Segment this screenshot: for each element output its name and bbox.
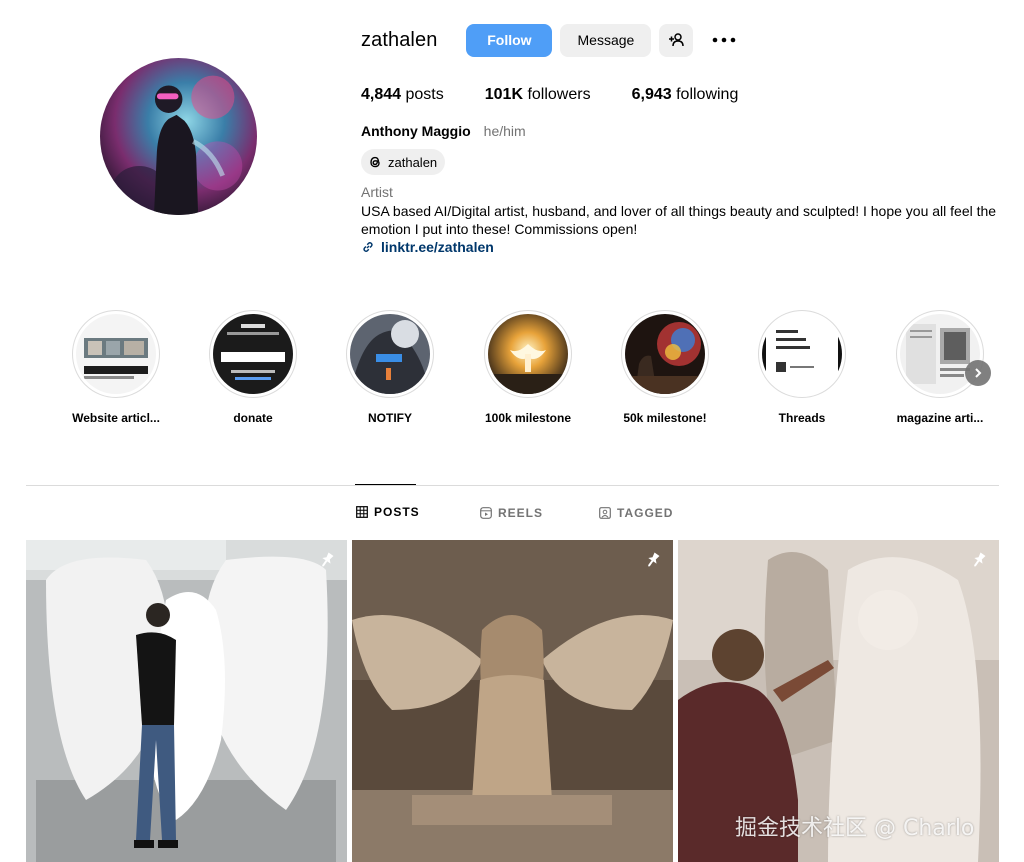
highlight-item[interactable]: NOTIFY [334,310,446,425]
follow-button[interactable]: Follow [466,23,553,57]
profile-link[interactable]: linktr.ee/zathalen [381,239,494,255]
tabs-divider [26,485,999,486]
threads-badge[interactable]: zathalen [361,149,446,175]
pin-icon [974,552,986,567]
post-image-clay-angel [352,540,673,862]
reels-icon [480,507,492,519]
threads-handle: zathalen [388,154,438,170]
pronouns: he/him [483,123,526,139]
avatar-image [100,58,257,215]
highlight-cover-notify [350,314,430,394]
highlight-cover-ring [621,310,709,398]
posts-label: posts [405,86,444,103]
highlight-cover-threads [762,314,842,394]
highlights-next-button[interactable] [965,360,991,386]
pin-icon [322,552,334,567]
add-user-icon [669,33,685,47]
suggested-users-button[interactable] [659,23,694,57]
tab-posts-label: POSTS [374,505,420,519]
post-image-angel-sculpture [26,540,347,862]
highlight-cover-100k [488,314,568,394]
followers-count: 101K [484,86,523,103]
highlight-cover-ring [346,310,434,398]
followers-stat[interactable]: 101K followers [485,86,591,104]
highlight-label: donate [233,411,273,425]
highlight-cover-donate [213,314,293,394]
chevron-right-icon [975,368,982,378]
following-label: following [676,86,739,103]
pin-icon [648,552,660,567]
tab-posts[interactable]: POSTS [356,505,420,519]
highlight-item[interactable]: donate [197,310,309,425]
username: zathalen [361,28,438,51]
profile-link-row[interactable]: linktr.ee/zathalen [361,239,1011,255]
full-name: Anthony Maggio [361,123,471,139]
highlight-item[interactable]: Threads [746,310,858,425]
name-row: Anthony Maggio he/him [361,123,1011,139]
tagged-icon [599,507,611,519]
highlight-label: 50k milestone! [623,411,707,425]
message-button[interactable]: Message [560,23,652,57]
profile-category: Artist [361,184,393,200]
highlight-item[interactable]: Website articl... [60,310,172,425]
post-tile[interactable] [26,540,347,862]
highlight-cover-50k [625,314,705,394]
highlight-label: Website articl... [72,411,160,425]
tab-reels[interactable]: REELS [480,506,543,520]
story-highlights: Website articl... donate NOTIFY 100k mil… [60,310,1000,430]
highlight-cover-ring [896,310,984,398]
highlight-cover-ring [758,310,846,398]
watermark-text: 掘金技术社区 @ Charlo [735,816,975,841]
highlight-cover-ring [209,310,297,398]
threads-icon [367,154,383,170]
posts-count: 4,844 [361,86,402,103]
highlight-item[interactable]: 100k milestone [472,310,584,425]
profile-actions-row: zathalen Follow Message [361,22,1011,58]
active-tab-indicator [355,484,416,485]
more-icon [713,37,736,43]
highlight-label: Threads [778,411,826,425]
tab-tagged-label: TAGGED [617,506,674,520]
tab-tagged[interactable]: TAGGED [599,506,673,520]
highlight-cover-ring [72,310,160,398]
followers-label: followers [527,86,591,103]
link-icon [361,240,375,254]
post-tile[interactable] [352,540,673,862]
more-options-button[interactable] [709,25,739,55]
highlight-cover-website [76,314,156,394]
profile-tabs: POSTS REELS TAGGED [0,498,1024,526]
highlight-label: magazine arti... [896,411,984,425]
profile-bio: USA based AI/Digital artist, husband, an… [361,203,997,237]
following-stat[interactable]: 6,943 following [632,86,739,104]
highlight-cover-ring [484,310,572,398]
highlight-label: NOTIFY [368,411,412,425]
profile-header: zathalen Follow Message 4,844 posts 101K… [361,22,1011,255]
profile-avatar[interactable] [100,58,257,215]
following-count: 6,943 [631,86,672,103]
tab-reels-label: REELS [498,506,544,520]
highlight-label: 100k milestone [484,411,572,425]
profile-stats: 4,844 posts 101K followers 6,943 followi… [361,80,1011,110]
posts-stat: 4,844 posts [361,86,444,104]
grid-icon [356,506,368,518]
highlight-item[interactable]: 50k milestone! [609,310,721,425]
